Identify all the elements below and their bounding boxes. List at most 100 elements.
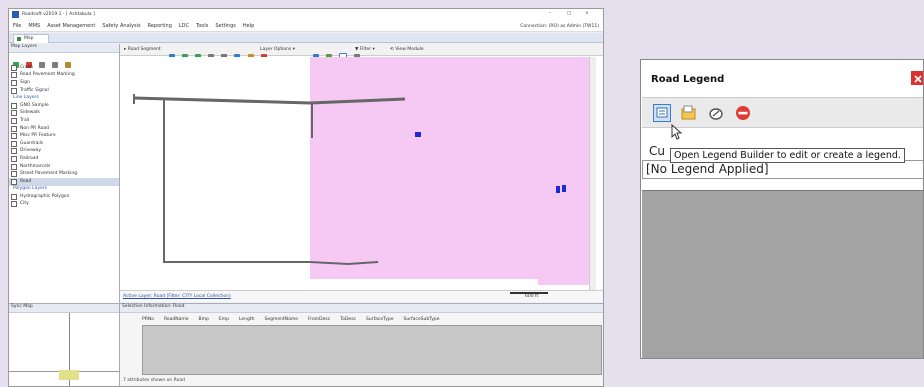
table-column-header[interactable]: Emp: [219, 317, 229, 323]
layer-label: City: [20, 201, 29, 207]
layer-visibility-checkbox[interactable]: [11, 125, 17, 132]
view-module-button[interactable]: ⟲ View Module: [390, 47, 424, 53]
road-segment-button[interactable]: ▸ Road Segment: [124, 47, 161, 53]
city-polygon[interactable]: [310, 57, 596, 285]
layer-options-dropdown[interactable]: Layer Options ▾: [260, 47, 295, 53]
road-segment[interactable]: [133, 96, 311, 105]
layer-item[interactable]: Road: [9, 177, 119, 186]
menu-item-reporting[interactable]: Reporting: [148, 23, 172, 30]
layer-item[interactable]: Misc PR Feature: [9, 132, 119, 140]
load-legend-button[interactable]: [680, 104, 698, 122]
menu-item-help[interactable]: Help: [243, 23, 254, 30]
layer-item[interactable]: Northmarcels: [9, 163, 119, 171]
road-segment[interactable]: [163, 100, 310, 263]
menu-item-tools[interactable]: Tools: [196, 23, 208, 30]
active-layer-link[interactable]: Active Layer: Road (Filter: CITY Local C…: [123, 294, 231, 300]
layer-item[interactable]: Street Pavement Marking: [9, 170, 119, 178]
layer-group-header[interactable]: Line Layers: [9, 94, 119, 102]
current-legend-label: Cu: [649, 144, 665, 158]
layer-options-label: Layer Options: [260, 47, 292, 52]
menu-bar: File MMS Asset Management Safety Analysis Re…: [9, 21, 603, 32]
map-toolbar: ▸ Road Segment Layer Options ▾ ▼ Filter …: [120, 44, 603, 61]
layer-visibility-checkbox[interactable]: [11, 201, 17, 208]
layer-item[interactable]: Sign: [9, 79, 119, 87]
layer-visibility-checkbox[interactable]: [11, 117, 17, 124]
menu-item-file[interactable]: File: [13, 23, 21, 30]
menu-item-ldc[interactable]: LDC: [179, 23, 189, 30]
close-button[interactable]: ×: [585, 11, 589, 17]
menu-item-settings[interactable]: Settings: [215, 23, 236, 30]
road-legend-dialog: Road Legend Cu [No Legend Applied]: [640, 59, 924, 359]
overview-extent-box[interactable]: [59, 370, 79, 380]
layer-item[interactable]: Guardrails: [9, 140, 119, 148]
layers-toolbar: [12, 54, 72, 68]
table-column-header[interactable]: SurfaceType: [366, 317, 393, 323]
filter-label: Filter: [359, 47, 372, 52]
layer-visibility-checkbox[interactable]: [11, 64, 17, 71]
layer-visibility-checkbox[interactable]: [11, 133, 17, 140]
layer-item[interactable]: GNO Sample: [9, 102, 119, 110]
table-column-header[interactable]: Bmp: [199, 317, 209, 323]
layer-visibility-checkbox[interactable]: [11, 171, 17, 178]
layer-visibility-checkbox[interactable]: [11, 87, 17, 94]
table-column-header[interactable]: SurfaceSubType: [404, 317, 440, 323]
layer-visibility-checkbox[interactable]: [11, 72, 17, 79]
selection-information-pane: Selection Information: Road PRNo RoadName…: [120, 303, 603, 386]
layer-visibility-checkbox[interactable]: [11, 155, 17, 162]
layer-visibility-checkbox[interactable]: [11, 193, 17, 200]
table-column-header[interactable]: PRNo: [142, 317, 154, 323]
layer-visibility-checkbox[interactable]: [11, 79, 17, 86]
layer-item[interactable]: City: [9, 201, 119, 209]
selected-feature-marker[interactable]: [562, 185, 566, 192]
layer-group-header[interactable]: Polygon Layers: [9, 186, 119, 194]
vertical-scrollbar[interactable]: [589, 57, 596, 290]
legend-toolbar: [642, 97, 923, 128]
map-drawing: [133, 57, 596, 285]
filter-dropdown[interactable]: ▼ Filter ▾: [355, 47, 375, 53]
selection-table-body[interactable]: [142, 325, 602, 375]
selected-feature-marker[interactable]: [556, 186, 560, 193]
remove-legend-button[interactable]: [734, 104, 752, 122]
map-canvas[interactable]: [120, 57, 596, 290]
layer-visibility-checkbox[interactable]: [11, 102, 17, 109]
tab-map-label: Map: [24, 36, 34, 41]
layer-item[interactable]: Crash: [9, 64, 119, 72]
layer-item[interactable]: Driveway: [9, 148, 119, 156]
menu-item-safety-analysis[interactable]: Safety Analysis: [102, 23, 140, 30]
layer-label: Non PR Road: [20, 125, 49, 131]
connection-status: Connection: (RO) as Admin (TW11): [520, 24, 599, 29]
table-column-header[interactable]: ToDesc: [340, 317, 356, 323]
menu-item-asset-management[interactable]: Asset Management: [47, 23, 95, 30]
layer-visibility-checkbox[interactable]: [11, 148, 17, 155]
selection-status-text: 7 attributes shown on Road: [123, 378, 185, 383]
layer-item[interactable]: Road Pavement Marking: [9, 72, 119, 80]
table-column-header[interactable]: RoadName: [164, 317, 189, 323]
layer-item[interactable]: Railroad: [9, 155, 119, 163]
clear-legend-button[interactable]: [707, 104, 725, 122]
open-legend-builder-button[interactable]: [653, 104, 671, 122]
layer-visibility-checkbox[interactable]: [11, 178, 17, 185]
maximize-button[interactable]: □: [567, 11, 571, 17]
layer-label: GNO Sample: [20, 102, 49, 108]
selected-feature-marker[interactable]: [415, 132, 421, 137]
layer-item[interactable]: Traffic Signal: [9, 87, 119, 95]
tab-map[interactable]: Map: [13, 34, 49, 43]
layer-label: Traffic Signal: [20, 87, 49, 93]
layer-visibility-checkbox[interactable]: [11, 110, 17, 117]
menu-item-mms[interactable]: MMS: [28, 23, 40, 30]
layer-item[interactable]: Trail: [9, 117, 119, 125]
table-column-header[interactable]: Length: [239, 317, 255, 323]
layer-item[interactable]: Sidewalk: [9, 110, 119, 118]
sync-map-pane: Sync Map: [9, 303, 120, 386]
layer-visibility-checkbox[interactable]: [11, 140, 17, 147]
layer-item[interactable]: Non PR Road: [9, 125, 119, 133]
layer-label: Guardrails: [20, 140, 44, 146]
layer-visibility-checkbox[interactable]: [11, 163, 17, 170]
close-button[interactable]: [911, 71, 923, 85]
minimize-button[interactable]: –: [549, 11, 551, 17]
table-column-header[interactable]: SegmentName: [265, 317, 299, 323]
table-column-header[interactable]: FromDesc: [308, 317, 330, 323]
layer-item[interactable]: Hydrographic Polygon: [9, 193, 119, 201]
overview-map[interactable]: [9, 313, 120, 386]
layer-label: Railroad: [20, 155, 39, 161]
